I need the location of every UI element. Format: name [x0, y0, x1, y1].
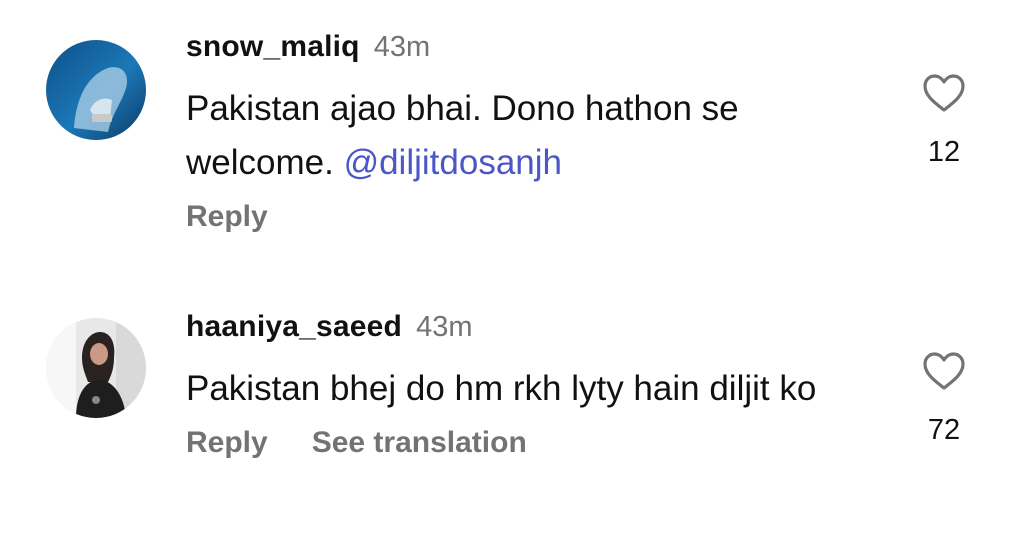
comment-text-body: Pakistan bhej do hm rkh lyty hain diljit…: [186, 369, 817, 408]
see-translation-button[interactable]: See translation: [312, 426, 527, 460]
timestamp: 43m: [416, 311, 473, 343]
like-control: 72: [912, 350, 976, 447]
comment-header: haaniya_saeed 43m: [186, 310, 886, 354]
comment-text: Pakistan ajao bhai. Dono hathon se welco…: [186, 82, 886, 190]
avatar[interactable]: [46, 40, 146, 140]
comment-body: snow_maliq 43m Pakistan ajao bhai. Dono …: [186, 30, 886, 234]
reply-button[interactable]: Reply: [186, 426, 268, 460]
username[interactable]: snow_maliq: [186, 30, 360, 64]
comment-item: snow_maliq 43m Pakistan ajao bhai. Dono …: [0, 0, 1024, 270]
heart-outline-icon[interactable]: [921, 350, 967, 392]
avatar[interactable]: [46, 318, 146, 418]
heart-outline-icon[interactable]: [921, 72, 967, 114]
username[interactable]: haaniya_saeed: [186, 310, 402, 344]
reply-button[interactable]: Reply: [186, 200, 268, 234]
like-control: 12: [912, 72, 976, 169]
like-count: 72: [927, 414, 961, 446]
comment-actions: Reply See translation: [186, 426, 886, 460]
comment-body: haaniya_saeed 43m Pakistan bhej do hm rk…: [186, 310, 886, 460]
comment-actions: Reply: [186, 200, 886, 234]
comment-item: haaniya_saeed 43m Pakistan bhej do hm rk…: [0, 290, 1024, 546]
comment-text: Pakistan bhej do hm rkh lyty hain diljit…: [186, 362, 886, 416]
like-count: 12: [927, 136, 961, 168]
mention-link[interactable]: @diljitdosanjh: [344, 143, 562, 182]
timestamp: 43m: [373, 31, 431, 63]
comment-header: snow_maliq 43m: [186, 30, 886, 74]
avatar-image-icon: [46, 318, 146, 418]
avatar-image-icon: [46, 40, 146, 140]
